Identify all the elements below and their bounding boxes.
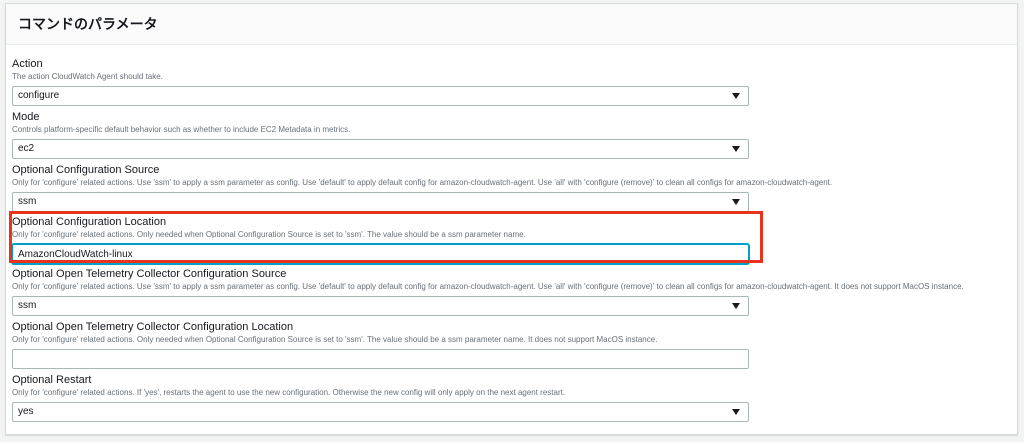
action-field: Action The action CloudWatch Agent shoul… [12,58,749,106]
otel-location-input[interactable] [12,349,749,369]
restart-select-value: yes [18,406,34,417]
config-location-field: Optional Configuration Location Only for… [12,216,749,264]
config-source-select[interactable]: ssm [12,192,749,212]
otel-location-description: Only for 'configure' related actions. On… [12,335,658,344]
action-select[interactable]: configure [12,86,749,106]
config-source-field: Optional Configuration Source Only for '… [12,164,832,212]
mode-field: Mode Controls platform-specific default … [12,111,749,159]
mode-select[interactable]: ec2 [12,139,749,159]
otel-source-field: Optional Open Telemetry Collector Config… [12,268,964,316]
restart-select[interactable]: yes [12,402,749,422]
mode-label: Mode [12,111,40,123]
action-label: Action [12,58,43,70]
otel-source-select-value: ssm [18,300,37,311]
restart-field: Optional Restart Only for 'configure' re… [12,374,749,422]
restart-description: Only for 'configure' related actions. If… [12,388,566,397]
config-location-input[interactable] [12,244,749,264]
config-location-description: Only for 'configure' related actions. On… [12,230,526,239]
caret-down-icon [732,303,740,309]
otel-source-label: Optional Open Telemetry Collector Config… [12,268,287,280]
caret-down-icon [732,146,740,152]
config-source-label: Optional Configuration Source [12,164,160,176]
otel-location-field: Optional Open Telemetry Collector Config… [12,321,749,369]
caret-down-icon [732,93,740,99]
restart-label: Optional Restart [12,374,92,386]
caret-down-icon [732,409,740,415]
panel-title: コマンドのパラメータ [18,16,158,32]
mode-select-value: ec2 [18,143,35,154]
otel-location-label: Optional Open Telemetry Collector Config… [12,321,294,333]
otel-source-select[interactable]: ssm [12,296,749,316]
config-location-label: Optional Configuration Location [12,216,167,228]
panel-header: コマンドのパラメータ [6,4,1017,45]
action-select-value: configure [18,90,60,101]
config-source-description: Only for 'configure' related actions. Us… [12,178,833,187]
otel-source-description: Only for 'configure' related actions. Us… [12,282,964,291]
action-description: The action CloudWatch Agent should take. [12,72,163,81]
config-source-select-value: ssm [18,196,37,207]
caret-down-icon [732,199,740,205]
mode-description: Controls platform-specific default behav… [12,125,351,134]
